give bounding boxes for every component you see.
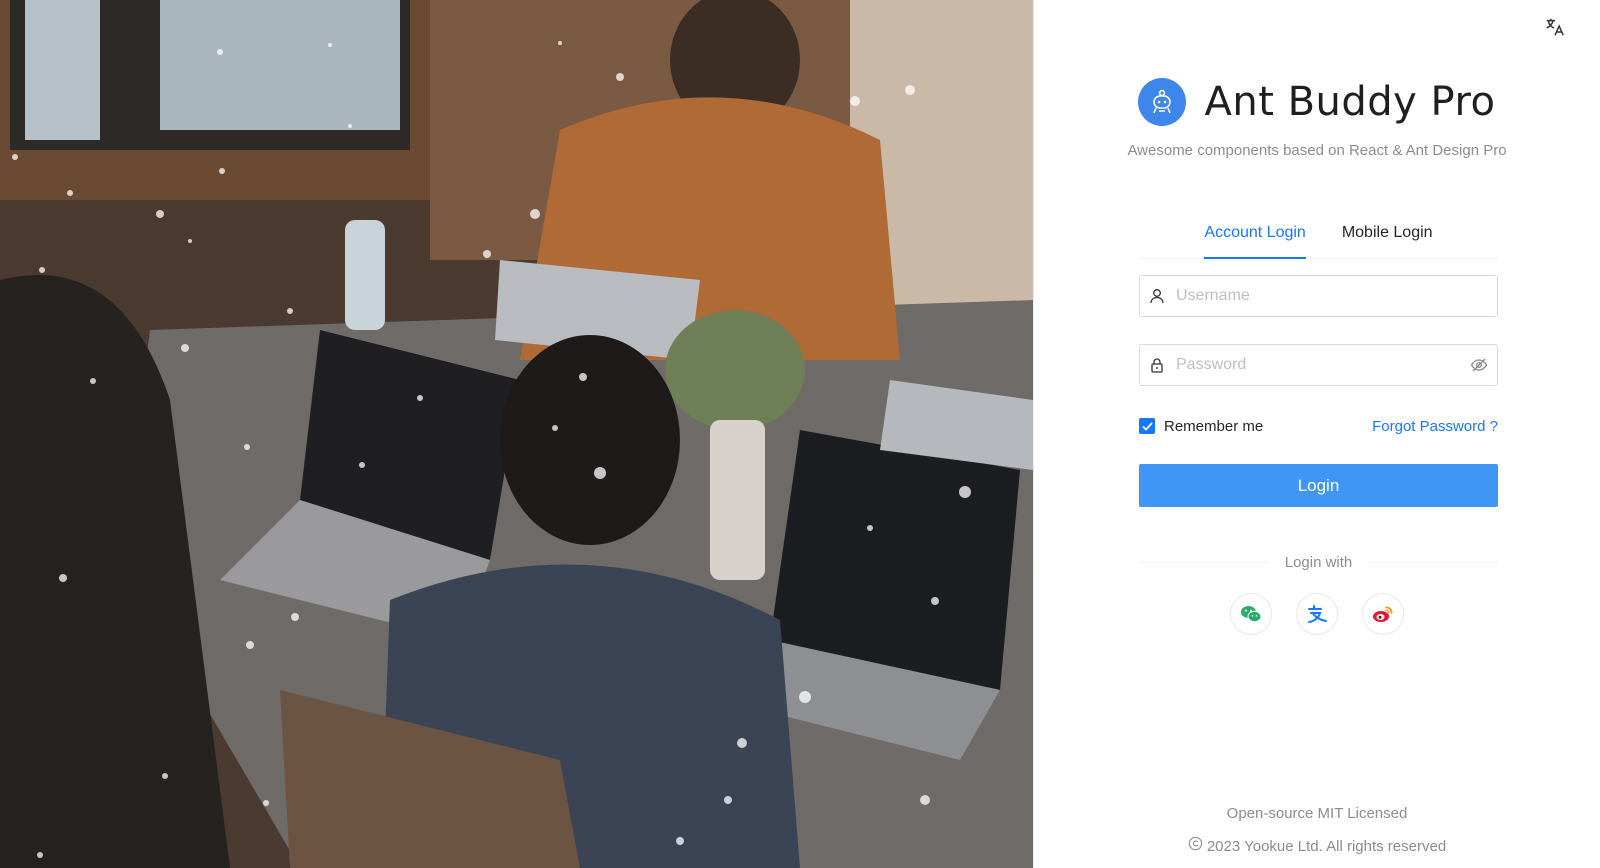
social-login-group xyxy=(1034,593,1600,635)
lock-icon xyxy=(1140,357,1174,373)
login-tabs: Account Login Mobile Login xyxy=(1139,212,1498,259)
app-title: Ant Buddy Pro xyxy=(1204,79,1496,125)
wechat-icon[interactable] xyxy=(1230,593,1272,635)
alipay-icon[interactable] xyxy=(1296,593,1338,635)
buddy-robot-icon xyxy=(1138,78,1187,126)
footer: Open-source MIT Licensed 2023 Yookue Ltd… xyxy=(1034,797,1600,863)
copyright-text: 2023 Yookue Ltd. All rights reserved xyxy=(1206,838,1447,855)
background-photo xyxy=(0,0,1033,868)
tab-mobile-login[interactable]: Mobile Login xyxy=(1342,212,1433,258)
forgot-password-link[interactable]: Forgot Password ? xyxy=(1372,418,1498,435)
license-text: Open-source MIT Licensed xyxy=(1226,805,1408,822)
translate-icon[interactable] xyxy=(1544,16,1566,38)
remember-row: Remember me Forgot Password ? xyxy=(1139,415,1498,437)
user-icon xyxy=(1140,288,1174,304)
office-photo-illustration xyxy=(0,0,1033,868)
login-panel: Ant Buddy Pro Awesome components based o… xyxy=(1033,0,1600,868)
brand-header: Ant Buddy Pro xyxy=(1034,78,1600,126)
app-subtitle: Awesome components based on React & Ant … xyxy=(1127,142,1507,159)
checkbox-checked-icon[interactable] xyxy=(1139,418,1155,434)
password-field xyxy=(1139,344,1498,386)
eye-invisible-icon[interactable] xyxy=(1461,357,1497,373)
remember-me-label: Remember me xyxy=(1164,417,1264,435)
login-with-label: Login with xyxy=(1284,554,1353,571)
remember-me-checkbox[interactable]: Remember me xyxy=(1139,418,1263,435)
weibo-icon[interactable] xyxy=(1362,593,1404,635)
username-field xyxy=(1139,275,1498,317)
copyright-icon xyxy=(1188,830,1203,863)
login-with-divider: Login with xyxy=(1139,554,1498,571)
username-input[interactable] xyxy=(1174,275,1497,317)
password-input[interactable] xyxy=(1174,344,1461,386)
tab-account-login[interactable]: Account Login xyxy=(1204,212,1307,259)
login-button[interactable]: Login xyxy=(1139,464,1498,507)
